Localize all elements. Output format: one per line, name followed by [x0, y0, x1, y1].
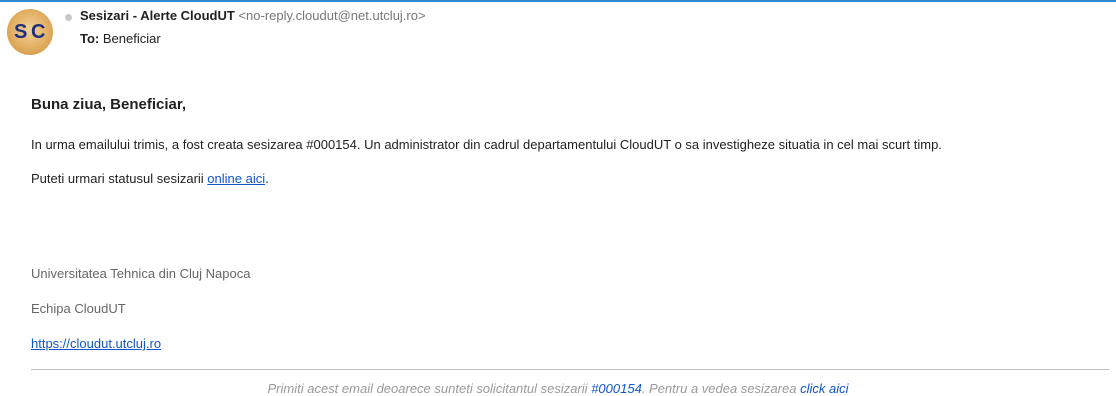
ticket-number-link[interactable]: #000154: [591, 381, 642, 396]
signature-team: Echipa CloudUT: [31, 301, 126, 316]
status-text: Puteti urmari statusul sesizarii: [31, 171, 208, 186]
footer-divider: [31, 369, 1109, 370]
status-suffix: .: [265, 171, 269, 186]
recipient-line: To: Beneficiar: [80, 31, 161, 46]
to-label: To:: [80, 31, 100, 46]
sender-line: Sesizari - Alerte CloudUT <no-reply.clou…: [80, 8, 426, 23]
cloudut-website-link[interactable]: https://cloudut.utcluj.ro: [31, 336, 161, 351]
view-ticket-link[interactable]: click aici: [800, 381, 848, 396]
ticket-created-paragraph: In urma emailului trimis, a fost creata …: [31, 137, 942, 152]
status-paragraph: Puteti urmari statusul sesizarii online …: [31, 171, 269, 186]
avatar-letter-c: C: [31, 21, 46, 43]
presence-dot-icon: [65, 14, 72, 21]
online-status-link[interactable]: online aici: [207, 171, 265, 186]
footer-prefix: Primiti acest email deoarece sunteti sol…: [267, 381, 592, 396]
recipient-name[interactable]: Beneficiar: [103, 31, 161, 46]
signature-university: Universitatea Tehnica din Cluj Napoca: [31, 266, 251, 281]
top-border: [0, 0, 1116, 2]
footer-note: Primiti acest email deoarece sunteti sol…: [0, 381, 1116, 396]
greeting: Buna ziua, Beneficiar,: [31, 96, 187, 113]
avatar-letter-s: S: [14, 21, 28, 43]
sender-avatar: S C: [7, 9, 53, 55]
sender-name[interactable]: Sesizari - Alerte CloudUT: [80, 8, 235, 23]
signature-link-wrapper: https://cloudut.utcluj.ro: [31, 336, 161, 351]
footer-middle: . Pentru a vedea sesizarea: [641, 381, 801, 396]
sender-email[interactable]: <no-reply.cloudut@net.utcluj.ro>: [238, 8, 425, 23]
